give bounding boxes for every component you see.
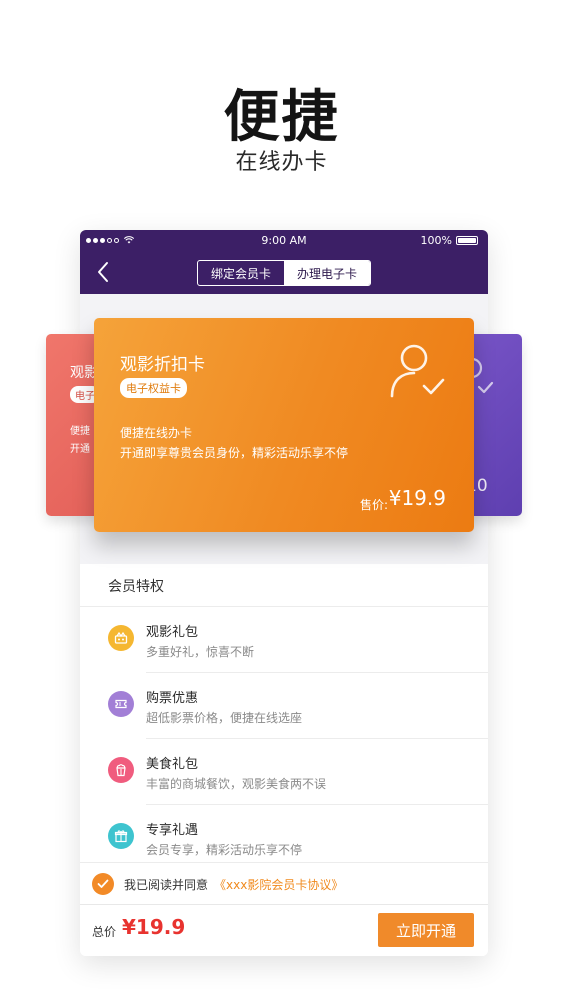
ticket-icon — [108, 691, 134, 717]
status-bar: 9:00 AM 100% — [80, 230, 488, 250]
card-text: 便捷 — [70, 426, 90, 437]
perk-title: 购票优惠 — [146, 691, 199, 706]
gift-box-icon — [108, 625, 134, 651]
price-label: 售价: — [359, 498, 388, 512]
card-badge: 电子权益卡 — [120, 378, 187, 398]
perk-description: 会员专享，精彩活动乐享不停 — [146, 843, 303, 857]
checkout-bar: 总价 ¥19.9 立即开通 — [80, 904, 488, 956]
list-item: 购票优惠 超低影票价格，便捷在线选座 — [80, 673, 488, 739]
card-price: ¥19.9 — [388, 486, 446, 510]
member-check-icon — [390, 344, 445, 398]
perk-title: 专享礼遇 — [146, 823, 199, 838]
section-title: 会员特权 — [108, 579, 164, 595]
screen: 便捷 在线办卡 9:00 AM 100% 绑定会员卡 办理电子卡 会员特权 观影… — [0, 0, 563, 1000]
agreement-prefix: 我已阅读并同意 — [124, 878, 209, 892]
popcorn-icon — [108, 757, 134, 783]
total-price: ¥19.9 — [122, 915, 186, 939]
card-text: 开通 — [70, 444, 90, 455]
promo-title: 便捷 — [223, 85, 340, 150]
perk-title: 美食礼包 — [146, 757, 199, 772]
card-title: 观影折扣卡 — [120, 355, 205, 375]
card-type-segmented-control: 绑定会员卡 办理电子卡 — [197, 260, 371, 286]
agreement-checkbox[interactable] — [92, 873, 114, 895]
check-icon — [97, 879, 109, 888]
tab-apply-e-card[interactable]: 办理电子卡 — [284, 261, 370, 285]
perk-description: 丰富的商城餐饮，观影美食两不误 — [146, 777, 327, 791]
card-discount-main[interactable]: 观影折扣卡 电子权益卡 便捷在线办卡 开通即享尊贵会员身份，精彩活动乐享不停 售… — [94, 318, 474, 532]
total-label: 总价 — [92, 925, 117, 939]
perk-description: 超低影票价格，便捷在线选座 — [146, 711, 303, 725]
privileges-section: 会员特权 观影礼包 多重好礼，惊喜不断 购票优惠 超低影票价格，便捷在线选座 美… — [80, 564, 488, 956]
tab-bind-card[interactable]: 绑定会员卡 — [198, 261, 284, 285]
perk-title: 观影礼包 — [146, 625, 199, 640]
agreement-link[interactable]: 《xxx影院会员卡协议》 — [214, 878, 343, 892]
list-item: 美食礼包 丰富的商城餐饮，观影美食两不误 — [80, 739, 488, 805]
agreement-row: 我已阅读并同意 《xxx影院会员卡协议》 — [80, 862, 488, 904]
promo-subtitle: 在线办卡 — [235, 150, 328, 175]
list-item: 观影礼包 多重好礼，惊喜不断 — [80, 607, 488, 673]
card-text: 便捷在线办卡 — [120, 426, 193, 440]
activate-now-button[interactable]: 立即开通 — [378, 913, 474, 947]
battery-percent: 100% — [420, 234, 452, 247]
agreement-text: 我已阅读并同意 《xxx影院会员卡协议》 — [124, 876, 343, 893]
present-icon — [108, 823, 134, 849]
perk-description: 多重好礼，惊喜不断 — [146, 645, 255, 659]
navigation-bar: 9:00 AM 100% 绑定会员卡 办理电子卡 — [80, 230, 488, 294]
back-icon[interactable] — [94, 260, 112, 284]
card-text: 开通即享尊贵会员身份，精彩活动乐享不停 — [120, 446, 349, 460]
battery-icon — [456, 236, 478, 245]
